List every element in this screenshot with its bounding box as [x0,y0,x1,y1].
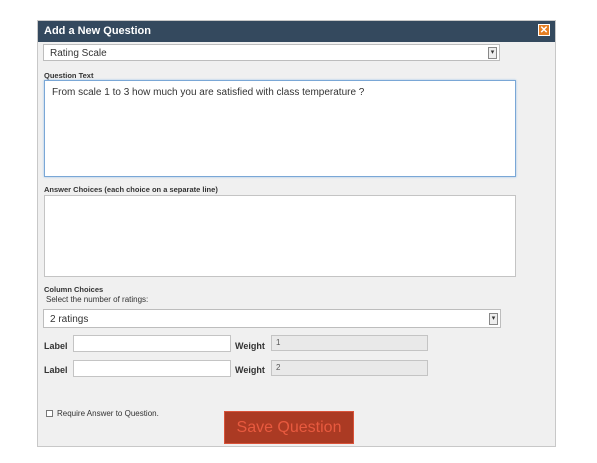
require-answer-checkbox[interactable] [46,410,53,417]
rating-weight-text: Weight [235,341,265,351]
question-type-select[interactable]: Rating Scale ▾ [43,44,500,61]
ratings-count-select[interactable]: 2 ratings ▾ [43,309,501,328]
rating-label-text: Label [44,365,68,375]
ratings-count-hint: Select the number of ratings: [46,295,149,304]
ratings-count-value: 2 ratings [50,314,89,325]
answer-choices-label: Answer Choices (each choice on a separat… [44,185,218,194]
save-question-button[interactable]: Save Question [224,411,354,444]
rating-weight-value: 2 [271,360,428,376]
column-choices-label: Column Choices [44,285,104,294]
answer-choices-input[interactable] [44,195,516,277]
rating-weight-text: Weight [235,365,265,375]
rating-label-input[interactable] [73,335,231,352]
chevron-down-icon: ▾ [489,313,498,325]
require-answer-label: Require Answer to Question. [57,409,159,418]
dialog-title: Add a New Question [44,25,151,37]
dialog-titlebar: Add a New Question ✕ [38,21,555,42]
rating-weight-value: 1 [271,335,428,351]
rating-label-input[interactable] [73,360,231,377]
add-question-dialog: Add a New Question ✕ Rating Scale ▾ Ques… [37,20,556,447]
close-icon[interactable]: ✕ [538,24,550,36]
question-text-input[interactable]: From scale 1 to 3 how much you are satis… [44,80,516,177]
question-type-value: Rating Scale [50,48,107,59]
rating-label-text: Label [44,341,68,351]
question-text-label: Question Text [44,71,94,80]
chevron-down-icon: ▾ [488,47,497,59]
